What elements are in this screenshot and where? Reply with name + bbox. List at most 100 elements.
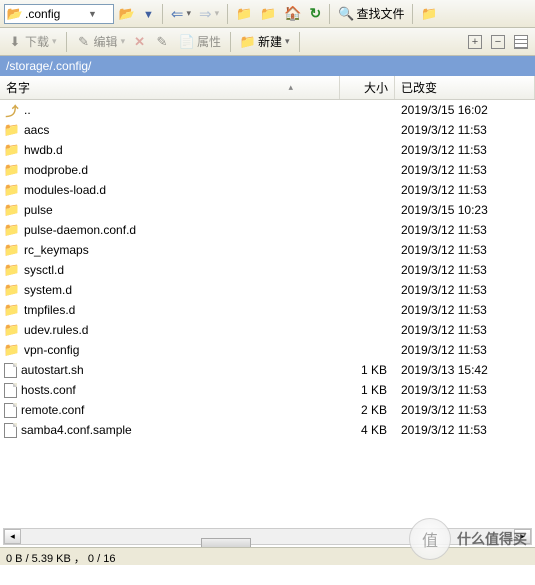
- edit-label: 编辑: [94, 33, 118, 50]
- file-list: 名字 ▴ 大小 已改变 ⤴..2019/3/15 16:02aacs2019/3/…: [0, 76, 535, 566]
- file-row[interactable]: pulse-daemon.conf.d2019/3/12 11:53: [0, 220, 535, 240]
- secondary-toolbar: ⬇下载▾ ✎编辑▾ ✎ 📄属性 新建▾ + −: [0, 28, 535, 56]
- file-size: 4 KB: [340, 423, 395, 437]
- file-date: 2019/3/12 11:53: [395, 223, 535, 237]
- file-row[interactable]: modules-load.d2019/3/12 11:53: [0, 180, 535, 200]
- folder-icon: [421, 6, 437, 22]
- file-date: 2019/3/15 10:23: [395, 203, 535, 217]
- separator: [412, 4, 413, 24]
- folder-icon: [4, 142, 20, 158]
- scroll-left-button[interactable]: ◂: [4, 529, 21, 544]
- properties-icon: 📄: [179, 34, 195, 50]
- path-bar[interactable]: /storage/.config/: [0, 56, 535, 76]
- file-row[interactable]: samba4.conf.sample 4 KB2019/3/12 11:53: [0, 420, 535, 440]
- file-row[interactable]: sysctl.d2019/3/12 11:53: [0, 260, 535, 280]
- folder1-button[interactable]: [233, 5, 255, 23]
- properties-button[interactable]: 📄属性: [176, 32, 224, 51]
- file-row[interactable]: system.d2019/3/12 11:53: [0, 280, 535, 300]
- file-date: 2019/3/12 11:53: [395, 323, 535, 337]
- col-name-label: 名字: [6, 79, 30, 96]
- folder-icon: [4, 302, 20, 318]
- funnel-icon: [143, 7, 154, 21]
- new-folder-icon: [240, 34, 256, 50]
- x-icon: [134, 34, 145, 50]
- file-row[interactable]: rc_keymaps2019/3/12 11:53: [0, 240, 535, 260]
- rename-icon: ✎: [154, 34, 170, 50]
- file-icon: [4, 403, 17, 418]
- watermark-logo-icon: 值: [409, 518, 451, 560]
- file-name: tmpfiles.d: [24, 303, 75, 317]
- file-row[interactable]: tmpfiles.d 2019/3/12 11:53: [0, 300, 535, 320]
- file-row[interactable]: aacs2019/3/12 11:53: [0, 120, 535, 140]
- edit-icon: ✎: [76, 34, 92, 50]
- edit-button[interactable]: ✎编辑▾: [73, 32, 129, 51]
- parent-dir-icon: ⤴: [4, 102, 20, 118]
- back-button[interactable]: ▾: [168, 4, 194, 24]
- open-folder-button[interactable]: [116, 5, 138, 23]
- file-row[interactable]: vpn-config2019/3/12 11:53: [0, 340, 535, 360]
- file-size: 1 KB: [340, 383, 395, 397]
- file-name: pulse: [24, 203, 53, 217]
- file-date: 2019/3/12 11:53: [395, 423, 535, 437]
- column-header-row: 名字 ▴ 大小 已改变: [0, 76, 535, 100]
- expand-button[interactable]: +: [465, 34, 485, 50]
- file-date: 2019/3/15 16:02: [395, 103, 535, 117]
- refresh-icon: [310, 5, 322, 22]
- column-header-size[interactable]: 大小: [340, 76, 395, 99]
- folder-icon: [4, 162, 20, 178]
- file-row[interactable]: pulse 2019/3/15 10:23: [0, 200, 535, 220]
- file-size: 2 KB: [340, 403, 395, 417]
- file-row[interactable]: remote.conf 2 KB2019/3/12 11:53: [0, 400, 535, 420]
- home-button[interactable]: [281, 4, 304, 23]
- rename-button[interactable]: ✎: [151, 33, 173, 51]
- file-size: 1 KB: [340, 363, 395, 377]
- properties-label: 属性: [197, 33, 221, 50]
- file-row[interactable]: modprobe.d2019/3/12 11:53: [0, 160, 535, 180]
- address-box[interactable]: ▼: [4, 4, 114, 24]
- folder-icon: [260, 6, 276, 22]
- watermark: 值 什么值得买: [409, 518, 527, 560]
- file-name: samba4.conf.sample: [21, 423, 132, 437]
- folder-icon: [236, 6, 252, 22]
- delete-button[interactable]: [131, 33, 148, 51]
- search-label: 查找文件: [356, 5, 404, 22]
- minus-icon: −: [491, 35, 505, 49]
- refresh-button[interactable]: [307, 4, 325, 23]
- file-date: 2019/3/12 11:53: [395, 263, 535, 277]
- arrow-left-icon: [171, 5, 184, 23]
- file-name: system.d: [24, 283, 72, 297]
- file-name: modules-load.d: [24, 183, 106, 197]
- dropdown-icon[interactable]: ▼: [88, 9, 97, 19]
- download-button[interactable]: ⬇下载▾: [4, 32, 60, 51]
- file-row[interactable]: hwdb.d2019/3/12 11:53: [0, 140, 535, 160]
- download-label: 下载: [25, 33, 49, 50]
- folder-icon: [4, 282, 20, 298]
- file-row[interactable]: hosts.conf1 KB2019/3/12 11:53: [0, 380, 535, 400]
- column-header-name[interactable]: 名字 ▴: [0, 76, 340, 99]
- file-date: 2019/3/13 15:42: [395, 363, 535, 377]
- grid-button[interactable]: [511, 34, 531, 50]
- file-name: rc_keymaps: [24, 243, 89, 257]
- file-date: 2019/3/12 11:53: [395, 123, 535, 137]
- separator: [66, 32, 67, 52]
- address-input[interactable]: [25, 7, 85, 21]
- file-date: 2019/3/12 11:53: [395, 403, 535, 417]
- file-name: remote.conf: [21, 403, 84, 417]
- collapse-button[interactable]: −: [488, 34, 508, 50]
- search-button[interactable]: 查找文件: [335, 4, 407, 23]
- forward-button[interactable]: ▾: [196, 4, 222, 24]
- folder-icon: [4, 222, 20, 238]
- file-date: 2019/3/12 11:53: [395, 303, 535, 317]
- file-icon: [4, 383, 17, 398]
- file-row[interactable]: ⤴..2019/3/15 16:02: [0, 100, 535, 120]
- folder2-button[interactable]: [257, 5, 279, 23]
- new-button[interactable]: 新建▾: [237, 32, 293, 51]
- column-header-changed[interactable]: 已改变: [395, 76, 535, 99]
- folder-icon: [4, 322, 20, 338]
- file-date: 2019/3/12 11:53: [395, 163, 535, 177]
- sort-arrow-icon: ▴: [288, 82, 293, 93]
- file-row[interactable]: autostart.sh1 KB2019/3/13 15:42: [0, 360, 535, 380]
- filter-button[interactable]: [140, 6, 157, 22]
- file-row[interactable]: udev.rules.d2019/3/12 11:53: [0, 320, 535, 340]
- extra-button[interactable]: [418, 5, 440, 23]
